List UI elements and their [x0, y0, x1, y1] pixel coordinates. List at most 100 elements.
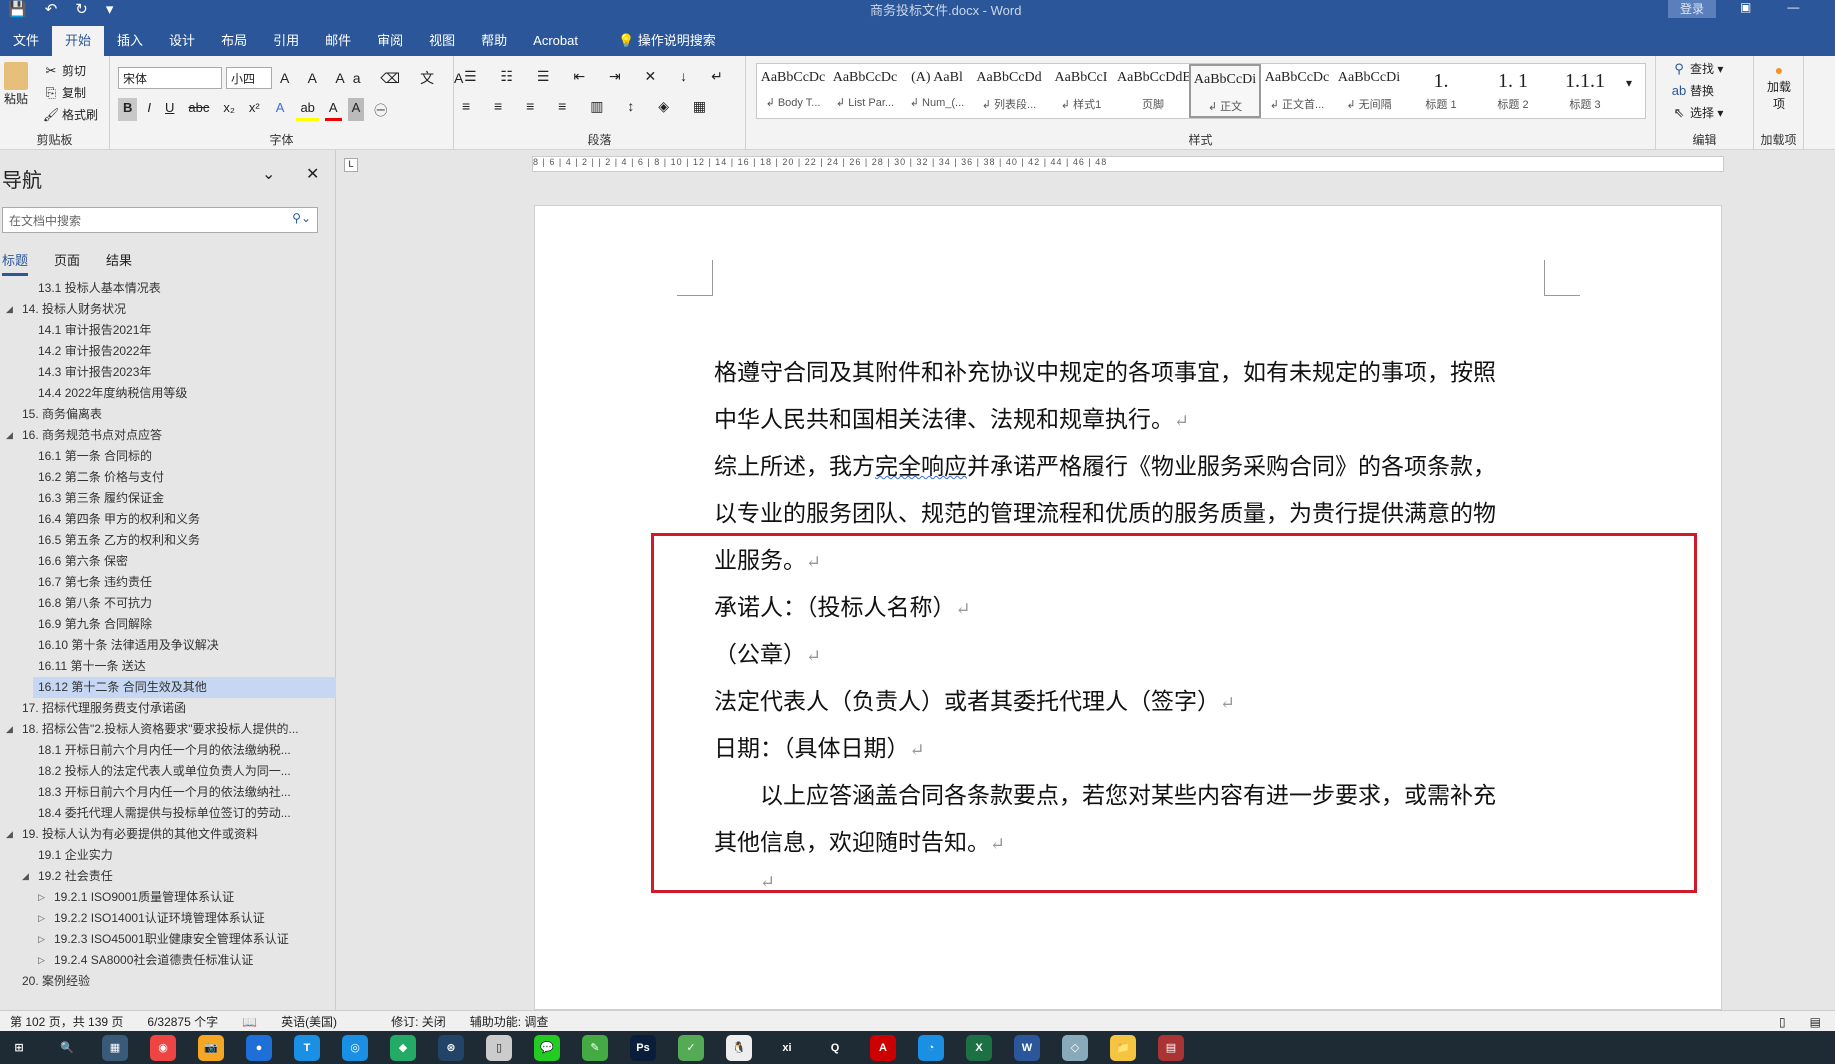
nav-heading-item[interactable]: 16.7 第七条 违约责任 [0, 572, 320, 593]
nav-heading-item[interactable]: ◢ 19. 投标人认为有必要提供的其他文件或资料 [0, 824, 320, 845]
taskbar-app-icon[interactable]: Ps [630, 1034, 656, 1061]
nav-tab-2[interactable]: 结果 [106, 250, 132, 276]
nav-heading-item[interactable]: 16.2 第二条 价格与支付 [0, 467, 320, 488]
tab-6[interactable]: 邮件 [312, 26, 364, 56]
underline-button[interactable]: U [161, 98, 178, 121]
expand-icon[interactable]: ▷ [38, 908, 45, 929]
taskbar-app-icon[interactable]: ◆ [390, 1034, 416, 1061]
style-item[interactable]: AaBbCcDc ↲ List Par... [829, 64, 901, 118]
taskbar-app-icon[interactable]: ◎ [342, 1034, 368, 1061]
document-paragraph-line[interactable]: 以专业的服务团队、规范的管理流程和优质的服务质量，为贵行提供满意的物 [714, 494, 1496, 528]
ribbon-display-icon[interactable]: ▣ [1740, 0, 1751, 14]
nav-tab-0[interactable]: 标题 [2, 250, 29, 276]
taskbar-app-icon[interactable]: Q [822, 1034, 848, 1061]
nav-heading-item[interactable]: 16.10 第十条 法律适用及争议解决 [0, 635, 320, 656]
styles-more-icon[interactable]: ▾ [1626, 76, 1632, 90]
taskbar-app-icon[interactable]: 📷 [198, 1034, 224, 1061]
close-icon[interactable]: ✕ [306, 164, 319, 184]
page-count[interactable]: 第 102 页，共 139 页 [10, 1013, 123, 1030]
style-item[interactable]: (A) AaBl ↲ Num_(... [901, 64, 973, 118]
search-icon[interactable]: ⚲⌄ [292, 211, 311, 225]
nav-heading-item[interactable]: 13.1 投标人基本情况表 [0, 278, 320, 299]
style-item[interactable]: AaBbCcDc ↲ Body T... [757, 64, 829, 118]
nav-heading-item[interactable]: 16.4 第四条 甲方的权利和义务 [0, 509, 320, 530]
addins-button[interactable]: ● 加载项 [1766, 62, 1792, 112]
tab-1[interactable]: 开始 [52, 26, 105, 56]
read-mode-icon[interactable]: ▯ [1779, 1015, 1786, 1029]
nav-heading-item[interactable]: ▷ 19.2.1 ISO9001质量管理体系认证 [0, 887, 320, 908]
taskbar-app-icon[interactable]: xi [774, 1034, 800, 1061]
nav-heading-item[interactable]: 19.1 企业实力 [0, 845, 320, 866]
collapse-icon[interactable]: ◢ [6, 824, 13, 845]
taskbar-app-icon[interactable]: ◇ [1062, 1034, 1088, 1061]
paste-button[interactable]: 粘贴 [4, 62, 28, 107]
nav-heading-item[interactable]: ▷ 19.2.3 ISO45001职业健康安全管理体系认证 [0, 929, 320, 950]
expand-icon[interactable]: ▷ [38, 950, 45, 971]
char-shading-icon[interactable]: A [347, 98, 365, 121]
taskbar-app-icon[interactable]: T [294, 1034, 320, 1061]
highlight-icon[interactable]: ab [296, 98, 319, 121]
tab-2[interactable]: 插入 [104, 26, 156, 56]
save-icon[interactable]: 💾 [8, 0, 27, 18]
proofing-icon[interactable]: 📖 [242, 1015, 257, 1029]
taskbar-app-icon[interactable]: ⊛ [438, 1034, 464, 1061]
nav-heading-item[interactable]: 16.5 第五条 乙方的权利和义务 [0, 530, 320, 551]
taskbar-app-icon[interactable]: ◉ [150, 1034, 176, 1061]
tab-10[interactable]: Acrobat [520, 26, 591, 56]
expand-icon[interactable]: ▷ [38, 929, 45, 950]
taskbar-app-icon[interactable]: A [870, 1034, 896, 1061]
nav-heading-item[interactable]: 14.2 审计报告2022年 [0, 341, 320, 362]
nav-heading-item[interactable]: ◢ 14. 投标人财务状况 [0, 299, 320, 320]
tab-selector[interactable]: L [344, 158, 358, 172]
superscript-button[interactable]: x² [245, 98, 264, 121]
nav-heading-item[interactable]: 18.2 投标人的法定代表人或单位负责人为同一... [0, 761, 320, 782]
style-item[interactable]: AaBbCcI ↲ 样式1 [1045, 64, 1117, 118]
style-item[interactable]: AaBbCcDi ↲ 正文 [1189, 64, 1261, 118]
expand-icon[interactable]: ▷ [38, 887, 45, 908]
nav-heading-item[interactable]: 20. 案例经验 [0, 971, 320, 992]
nav-heading-item[interactable]: ◢ 18. 招标公告"2.投标人资格要求"要求投标人提供的... [0, 719, 320, 740]
word-count[interactable]: 6/32875 个字 [147, 1013, 218, 1030]
font-name-select[interactable]: 宋体 [118, 67, 222, 89]
nav-heading-item[interactable]: 18.3 开标日前六个月内任一个月的依法缴纳社... [0, 782, 320, 803]
italic-button[interactable]: I [143, 98, 155, 121]
taskbar-app-icon[interactable]: 🐧 [726, 1034, 752, 1061]
bold-button[interactable]: B [118, 98, 138, 121]
undo-icon[interactable]: ↶ [45, 0, 58, 18]
font-size-select[interactable]: 小四 [226, 67, 272, 89]
cut-button[interactable]: ✂ 剪切 [40, 62, 86, 79]
font-size-tools[interactable]: A A Aa ⌫ 文 A [280, 68, 471, 88]
nav-heading-item[interactable]: 14.1 审计报告2021年 [0, 320, 320, 341]
style-item[interactable]: AaBbCcDd ↲ 列表段... [973, 64, 1045, 118]
document-paragraph-line[interactable]: 中华人民共和国相关法律、法规和规章执行。↵ [714, 400, 1189, 434]
collapse-icon[interactable]: ◢ [6, 425, 13, 446]
document-paragraph-line[interactable]: 格遵守合同及其附件和补充协议中规定的各项事宜，如有未规定的事项，按照 [714, 353, 1496, 387]
style-item[interactable]: 1.1.1 标题 3 [1549, 64, 1621, 118]
tab-8[interactable]: 视图 [416, 26, 468, 56]
nav-heading-item[interactable]: 16.1 第一条 合同标的 [0, 446, 320, 467]
nav-tab-1[interactable]: 页面 [54, 250, 80, 276]
format-painter-button[interactable]: 🖌 格式刷 [40, 106, 98, 123]
nav-heading-item[interactable]: 16.8 第八条 不可抗力 [0, 593, 320, 614]
style-item[interactable]: AaBbCcDdE 页脚 [1117, 64, 1189, 118]
taskbar-app-icon[interactable]: ▦ [102, 1034, 128, 1061]
taskbar-app-icon[interactable]: ✓ [678, 1034, 704, 1061]
nav-search-input[interactable]: 在文档中搜索 ⚲⌄ [2, 207, 318, 233]
language[interactable]: 英语(美国) [281, 1013, 337, 1030]
taskbar-app-icon[interactable]: ◔ [918, 1034, 944, 1061]
redo-icon[interactable]: ↻ [75, 0, 88, 18]
taskbar-app-icon[interactable]: ⊞ [6, 1034, 32, 1061]
taskbar-app-icon[interactable]: ▤ [1158, 1034, 1184, 1061]
collapse-icon[interactable]: ◢ [6, 299, 13, 320]
nav-heading-item[interactable]: 15. 商务偏离表 [0, 404, 320, 425]
tab-7[interactable]: 审阅 [364, 26, 416, 56]
nav-heading-item[interactable]: 14.4 2022年度纳税信用等级 [0, 383, 320, 404]
print-layout-icon[interactable]: ▤ [1810, 1015, 1821, 1029]
taskbar-app-icon[interactable]: 📁 [1110, 1034, 1136, 1061]
track-changes-status[interactable]: 修订: 关闭 [391, 1013, 446, 1030]
horizontal-ruler[interactable]: 8 | 6 | 4 | 2 | | 2 | 4 | 6 | 8 | 10 | 1… [532, 156, 1724, 172]
collapse-icon[interactable]: ◢ [6, 719, 13, 740]
style-item[interactable]: 1. 标题 1 [1405, 64, 1477, 118]
taskbar-app-icon[interactable]: ✎ [582, 1034, 608, 1061]
find-button[interactable]: ⚲ 查找 ▾ [1668, 60, 1723, 77]
